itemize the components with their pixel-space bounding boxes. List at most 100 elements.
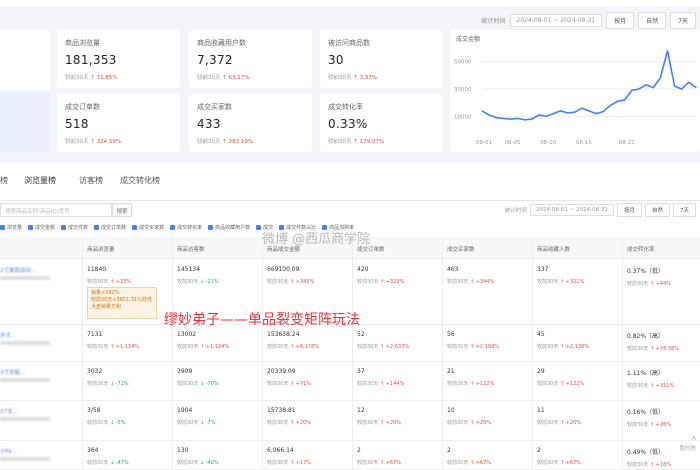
data-point[interactable] (538, 114, 540, 116)
data-point[interactable] (609, 104, 611, 106)
product-subtitle (0, 276, 50, 280)
data-point[interactable] (495, 117, 497, 119)
product-name[interactable]: 小Fe... (0, 447, 60, 455)
product-name[interactable]: X7全... (0, 407, 60, 415)
metric-checkbox[interactable]: 商品收藏用户数 (208, 224, 250, 231)
table-cell: 130 较前30天 ↓ -40% (177, 447, 219, 466)
metric-checkbox[interactable]: 浏览量 (0, 224, 22, 231)
product-name[interactable]: 2寸家庭运动... (0, 266, 60, 274)
metric-card-views[interactable]: 商品浏览量 181,353 较前30天 ↑ 71.85% (57, 30, 180, 88)
search-input[interactable]: 搜索商品名称/商品ID/货号 (0, 203, 112, 217)
metric-card-orders[interactable]: 成交订单数 518 较前30天 ↑ 324.59% (57, 94, 180, 152)
data-point[interactable] (624, 99, 626, 101)
table-cell: 0.16%（低） 较前30天 ↑ +26% (627, 407, 671, 428)
date-range-picker[interactable]: 2024-08-01 ~ 2024-08-31 (509, 13, 603, 27)
data-point[interactable] (524, 119, 526, 121)
data-point[interactable] (674, 85, 676, 87)
table-row[interactable]: X7全... 3/58 较前30天 ↓ -5% 1904 较前30天 ↓ -7% 1573… (0, 401, 700, 441)
data-point[interactable] (588, 110, 590, 112)
tab-visitors[interactable]: 访客榜 (79, 175, 103, 186)
table-natural-button[interactable]: 自然 (644, 203, 670, 217)
tab-views[interactable]: 浏览量榜 (24, 175, 56, 186)
data-point[interactable] (631, 89, 633, 91)
cell-value: 52 (357, 331, 365, 338)
metric-value: 518 (65, 117, 89, 131)
data-point[interactable] (659, 77, 661, 79)
metric-card-conversion[interactable]: 成交转化率 0.33% 较前30天 ↑ 179.07% (320, 94, 443, 152)
x-tick-label: 08-15 (576, 140, 592, 146)
table-row[interactable]: 步文... 7131 较前30天 ↑ +1,134% 13002 较前30天 ↑ +1,… (0, 325, 700, 362)
data-point[interactable] (481, 110, 483, 112)
metric-checkbox[interactable]: 成交金额 (28, 224, 55, 231)
th-favorites[interactable]: 商品收藏人数 (537, 245, 570, 253)
data-point[interactable] (602, 110, 604, 113)
seven-day-button[interactable]: 7天 (670, 11, 696, 29)
checkbox-icon[interactable] (0, 224, 5, 230)
data-point[interactable] (574, 111, 576, 113)
table-row[interactable]: 小Fe... 364 较前30天 ↓ -47% 130 较前30天 ↓ -40% 6,06… (0, 441, 700, 470)
chart-title: 成交金额 (456, 36, 481, 43)
tab-rank[interactable]: 榜 (0, 175, 8, 186)
data-point[interactable] (545, 115, 547, 117)
data-point[interactable] (559, 110, 562, 112)
checkbox-label: 成交金额 (35, 224, 56, 231)
checkbox-icon[interactable] (94, 224, 100, 230)
table-date-range[interactable]: 2024-08-01 ~ 2024-08-31 (529, 204, 614, 216)
search-button[interactable]: 搜索 (112, 203, 132, 217)
top-strip (0, 0, 700, 6)
metric-checkbox[interactable]: 成交买家数 (132, 224, 164, 231)
cell-compare: 较前30天 ↓ -47% (87, 460, 129, 466)
checkbox-icon[interactable] (61, 224, 67, 230)
product-name[interactable]: 步文... (0, 331, 60, 339)
checkbox-icon[interactable] (170, 224, 176, 230)
metric-card-buyers[interactable]: 成交买家数 433 较前30天 ↑ 283.19% (189, 94, 312, 152)
metric-card-favorites[interactable]: 商品收藏用户数 7,372 较前30天 ↑ 63.17% (189, 30, 312, 88)
data-point[interactable] (688, 81, 690, 83)
th-conversion[interactable]: 成交转化率 (627, 245, 655, 253)
cell-value: 7131 (87, 331, 103, 338)
data-point[interactable] (488, 114, 490, 116)
product-name[interactable]: 3寸全能... (0, 368, 60, 376)
th-visitors[interactable]: 商品访客数 (177, 245, 205, 253)
data-point[interactable] (509, 118, 512, 120)
data-point[interactable] (616, 100, 619, 102)
checkbox-icon[interactable] (28, 224, 34, 230)
data-point[interactable] (638, 88, 640, 90)
metric-checkbox[interactable]: 成交转化率 (170, 224, 202, 231)
metric-compare: 较前30天 ↑ 63.17% (197, 75, 250, 81)
data-point[interactable] (502, 117, 504, 119)
checkbox-icon[interactable] (132, 224, 138, 230)
table-row[interactable]: 3寸全能... 3032 较前30天 ↓ -71% 3909 较前30天 ↓ -70% 2… (0, 362, 700, 401)
data-point[interactable] (581, 107, 583, 109)
tab-conversion[interactable]: 成交转化榜 (120, 175, 160, 186)
table-cell: 1.11%（高） 较前30天 ↑ +311% (627, 368, 674, 389)
cell-compare: 较前30天 ↑ +2,633% (357, 344, 410, 350)
data-point[interactable] (595, 113, 597, 115)
month-button[interactable]: 按月 (606, 11, 635, 29)
data-point[interactable] (567, 112, 569, 114)
data-point[interactable] (666, 50, 669, 52)
data-point[interactable] (645, 84, 647, 86)
table-seven-day-button[interactable]: 7天 (673, 203, 696, 217)
checkbox-icon[interactable] (208, 224, 214, 230)
table-cell: 6,066.14 较前30天 ↑ +17% (267, 447, 311, 466)
natural-button[interactable]: 自然 (638, 11, 667, 29)
dashboard-page: 统计时间 2024-08-01 ~ 2024-08-31 按月 自然 7天 商品… (0, 0, 700, 470)
cell-compare: 较前30天 ↑ +6,178% (267, 344, 320, 350)
metric-checkbox[interactable]: 成交订单数 (94, 224, 126, 231)
metric-card-visited-items[interactable]: 被访问商品数 30 较前30天 ↑ 3.33% (320, 30, 443, 88)
checkbox-icon[interactable] (256, 224, 262, 230)
th-buyers[interactable]: 成交买家数 (447, 245, 475, 253)
cell-value: 11 (537, 407, 545, 414)
data-point[interactable] (695, 87, 697, 89)
data-point[interactable] (517, 117, 519, 119)
metric-compare: 较前30天 ↑ 71.85% (65, 75, 118, 81)
data-point[interactable] (552, 113, 554, 115)
data-point[interactable] (681, 88, 683, 90)
data-point[interactable] (531, 118, 533, 120)
table-month-button[interactable]: 按月 (616, 203, 642, 217)
table-cell: 669100.09 较前30天 ↑ +345% (267, 266, 314, 285)
metric-checkbox[interactable]: 成交件数 (61, 224, 88, 231)
th-views[interactable]: 商品浏览量 (87, 245, 115, 253)
data-point[interactable] (652, 87, 654, 89)
